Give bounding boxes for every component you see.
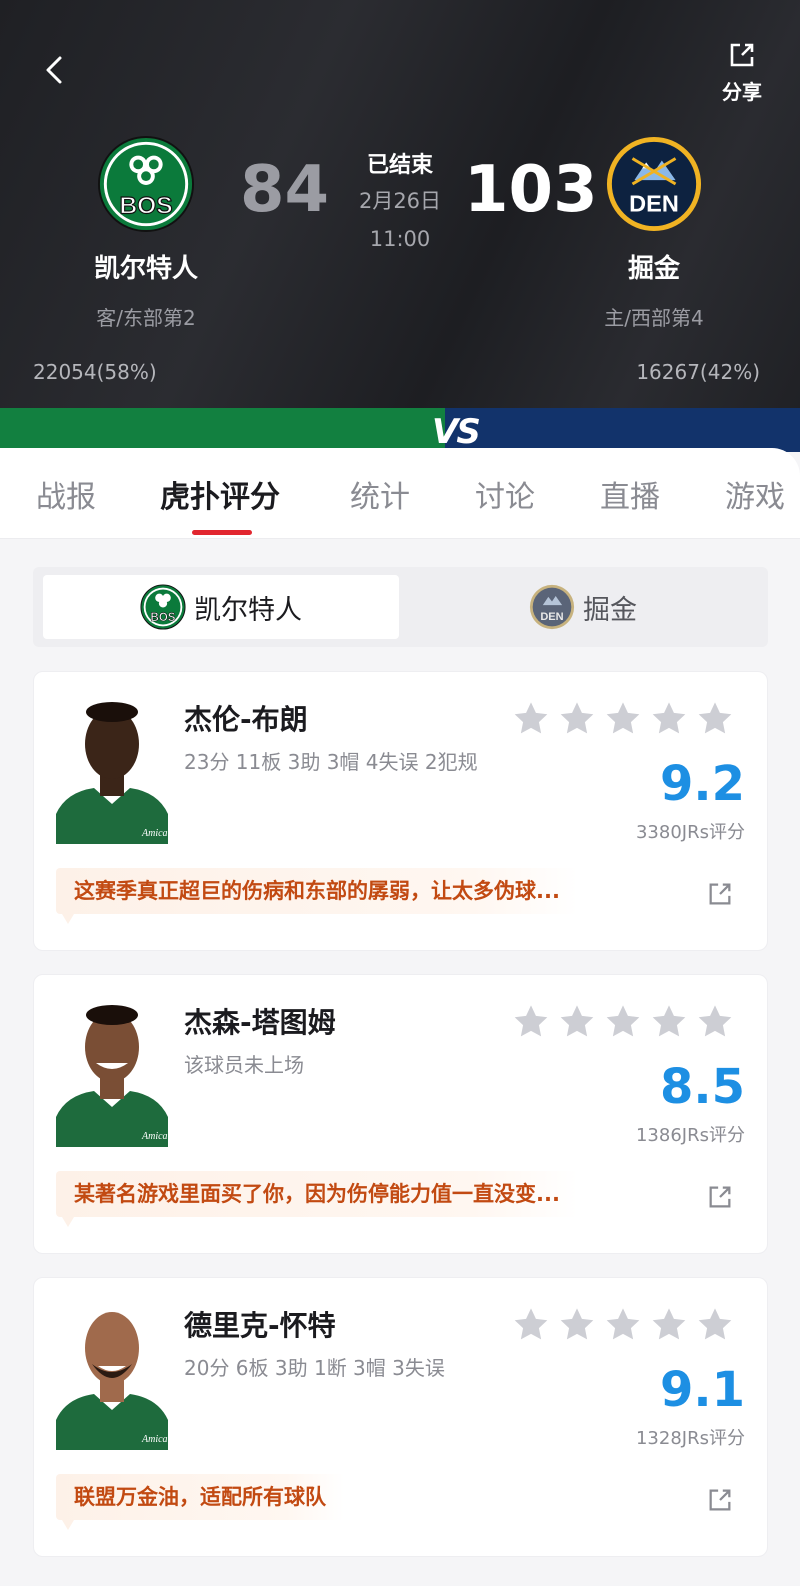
player-stats: 该球员未上场 bbox=[184, 1053, 304, 1077]
top-comment[interactable]: 联盟万金油，适配所有球队 bbox=[56, 1474, 344, 1530]
player-photo: Amica bbox=[56, 1300, 168, 1450]
player-stats: 20分 6板 3助 1断 3帽 3失误 bbox=[184, 1356, 445, 1380]
home-score: 103 bbox=[464, 153, 598, 227]
star-icon[interactable] bbox=[650, 1306, 688, 1344]
star-rating-input[interactable] bbox=[512, 700, 734, 738]
tab-bar: 战报 虎扑评分 统计 讨论 直播 游戏 bbox=[0, 448, 800, 538]
active-tab-indicator bbox=[192, 530, 252, 535]
game-header: 分享 BOS 84 已结束 2月26日 11:00 103 DEN 凯尔特人 掘… bbox=[0, 0, 800, 452]
star-icon[interactable] bbox=[512, 1003, 550, 1041]
home-team-rank: 主/西部第4 bbox=[604, 306, 704, 330]
bos-logo-text: BOS bbox=[119, 192, 172, 219]
star-icon[interactable] bbox=[650, 700, 688, 738]
top-comment[interactable]: 这赛季真正超巨的伤病和东部的孱弱，让太多伪球... bbox=[56, 868, 578, 924]
nuggets-mini-logo: DEN bbox=[529, 584, 575, 630]
game-date: 2月26日 bbox=[358, 189, 442, 213]
star-icon[interactable] bbox=[512, 700, 550, 738]
star-icon[interactable] bbox=[512, 1306, 550, 1344]
external-link-icon[interactable] bbox=[706, 1183, 734, 1211]
support-bar: VS bbox=[0, 408, 800, 452]
tab-divider bbox=[0, 538, 800, 539]
vs-label: VS bbox=[432, 412, 481, 452]
home-team-name: 掘金 bbox=[627, 254, 680, 284]
toggle-nuggets[interactable]: DEN 掘金 bbox=[405, 575, 761, 639]
home-support-fill bbox=[445, 408, 800, 452]
away-votes: 22054(58%) bbox=[33, 360, 157, 384]
share-label: 分享 bbox=[722, 80, 762, 104]
star-rating-input[interactable] bbox=[512, 1306, 734, 1344]
rating-count: 1328JRs评分 bbox=[635, 1428, 745, 1449]
player-photo: Amica bbox=[56, 997, 168, 1147]
player-name: 杰伦-布朗 bbox=[184, 703, 308, 736]
bos-mini-logo-text: BOS bbox=[151, 612, 176, 624]
home-votes: 16267(42%) bbox=[636, 360, 760, 384]
away-team-name: 凯尔特人 bbox=[93, 254, 198, 284]
player-name: 杰森-塔图姆 bbox=[184, 1006, 336, 1039]
away-team-rank: 客/东部第2 bbox=[96, 306, 196, 330]
star-icon[interactable] bbox=[696, 1306, 734, 1344]
share-icon bbox=[730, 43, 754, 67]
player-rating: 8.5 bbox=[659, 1059, 745, 1115]
tab-report[interactable]: 战报 bbox=[36, 472, 96, 516]
team-toggle: BOS 凯尔特人 DEN 掘金 bbox=[33, 567, 768, 647]
star-icon[interactable] bbox=[558, 700, 596, 738]
rating-count: 3380JRs评分 bbox=[635, 822, 745, 843]
jersey-sponsor: Amica bbox=[141, 828, 168, 839]
nuggets-logo[interactable]: DEN bbox=[605, 135, 703, 233]
external-link-icon[interactable] bbox=[706, 1486, 734, 1514]
top-comment[interactable]: 某著名游戏里面买了你，因为伤停能力值一直没变... bbox=[56, 1171, 578, 1227]
tab-discussion[interactable]: 讨论 bbox=[475, 472, 535, 516]
player-card[interactable]: Amica 杰伦-布朗 23分 11板 3助 3帽 4失误 2犯规 9.2 33… bbox=[33, 671, 768, 951]
player-rating: 9.2 bbox=[659, 756, 745, 812]
jersey-sponsor: Amica bbox=[141, 1434, 168, 1445]
rating-count: 1386JRs评分 bbox=[635, 1125, 745, 1146]
star-icon[interactable] bbox=[604, 1003, 642, 1041]
game-status: 已结束 2月26日 11:00 bbox=[340, 150, 460, 258]
star-icon[interactable] bbox=[604, 1306, 642, 1344]
away-support-fill bbox=[0, 408, 445, 452]
jersey-sponsor: Amica bbox=[141, 1131, 168, 1142]
toggle-nuggets-label: 掘金 bbox=[583, 594, 637, 626]
toggle-celtics[interactable]: BOS 凯尔特人 bbox=[43, 575, 399, 639]
external-link-icon[interactable] bbox=[706, 880, 734, 908]
tab-stats[interactable]: 统计 bbox=[350, 472, 410, 516]
toggle-celtics-label: 凯尔特人 bbox=[194, 594, 302, 626]
celtics-logo[interactable]: BOS bbox=[97, 135, 195, 233]
star-icon[interactable] bbox=[558, 1306, 596, 1344]
den-logo-text: DEN bbox=[629, 190, 679, 216]
player-card[interactable]: Amica 杰森-塔图姆 该球员未上场 8.5 1386JRs评分 某著名游戏里… bbox=[33, 974, 768, 1254]
star-rating-input[interactable] bbox=[512, 1003, 734, 1041]
celtics-mini-logo: BOS bbox=[140, 584, 186, 630]
tab-hupu-rating[interactable]: 虎扑评分 bbox=[160, 472, 280, 516]
player-card[interactable]: Amica 德里克-怀特 20分 6板 3助 1断 3帽 3失误 9.1 132… bbox=[33, 1277, 768, 1557]
star-icon[interactable] bbox=[650, 1003, 688, 1041]
star-icon[interactable] bbox=[558, 1003, 596, 1041]
player-photo: Amica bbox=[56, 694, 168, 844]
away-score: 84 bbox=[240, 153, 330, 227]
player-stats: 23分 11板 3助 3帽 4失误 2犯规 bbox=[184, 750, 478, 774]
status-label: 已结束 bbox=[366, 153, 433, 178]
star-icon[interactable] bbox=[696, 1003, 734, 1041]
star-icon[interactable] bbox=[604, 700, 642, 738]
tab-game[interactable]: 游戏 bbox=[725, 472, 785, 516]
back-arrow-icon[interactable] bbox=[36, 50, 76, 90]
game-time: 11:00 bbox=[369, 227, 431, 251]
star-icon[interactable] bbox=[696, 700, 734, 738]
share-button[interactable]: 分享 bbox=[712, 40, 772, 104]
tab-live[interactable]: 直播 bbox=[600, 472, 660, 516]
player-name: 德里克-怀特 bbox=[184, 1309, 336, 1342]
den-mini-logo-text: DEN bbox=[540, 611, 563, 623]
player-rating: 9.1 bbox=[659, 1362, 745, 1418]
